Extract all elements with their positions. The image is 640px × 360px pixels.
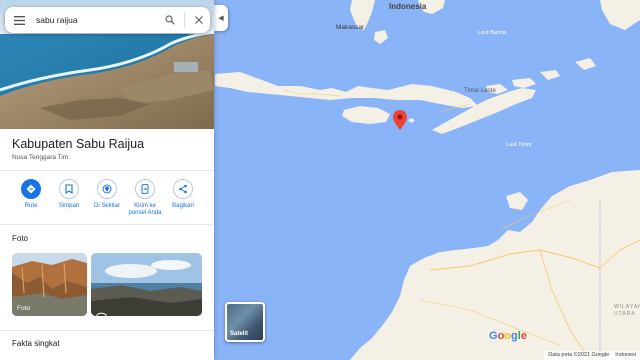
share-label: Bagikan xyxy=(172,203,194,209)
street-view-thumbnail[interactable] xyxy=(91,253,202,316)
coast-photo-image xyxy=(91,253,202,316)
photo-thumbnail[interactable]: Foto xyxy=(12,253,87,316)
search-box xyxy=(5,7,210,33)
label-laut-banda: Laut Banda xyxy=(478,30,507,36)
label-timor-leste: Timor-Leste xyxy=(464,88,496,94)
action-row: Rute Simpan Di Sekitar Kirim ke ponsel A… xyxy=(0,179,214,217)
share-button[interactable]: Bagikan xyxy=(164,179,202,217)
satellite-label: Satelit xyxy=(230,331,249,337)
label-wilayah-utara: WILAYAH UTARA xyxy=(614,304,640,317)
send-to-phone-icon xyxy=(135,179,155,199)
divider xyxy=(0,330,214,331)
map-data-attribution[interactable]: Data peta ©2021 Google xyxy=(548,352,609,359)
photos-heading: Foto xyxy=(12,234,29,243)
close-icon[interactable] xyxy=(188,7,210,33)
quick-facts-heading: Fakta singkat xyxy=(12,339,60,348)
map-country-link[interactable]: Indonesi xyxy=(615,352,636,359)
satellite-layer-toggle[interactable]: Satelit xyxy=(225,302,265,342)
label-indonesia: Indonesia xyxy=(389,2,427,11)
search-input[interactable] xyxy=(33,15,159,25)
google-logo: Google xyxy=(489,330,527,342)
share-icon xyxy=(173,179,193,199)
hamburger-menu-icon[interactable] xyxy=(5,7,33,33)
divider xyxy=(0,224,214,225)
place-title: Kabupaten Sabu Raijua xyxy=(12,137,145,151)
label-makassar: Makassar xyxy=(336,24,365,31)
collapse-panel-button[interactable]: ◀ xyxy=(214,5,228,31)
nearby-icon xyxy=(97,179,117,199)
map-footer: Data peta ©2021 Google Indonesi xyxy=(544,351,640,360)
chevron-left-icon: ◀ xyxy=(218,15,224,22)
divider xyxy=(0,170,214,171)
place-side-panel: Kabupaten Sabu Raijua Nusa Tenggara Tim.… xyxy=(0,0,214,360)
directions-icon xyxy=(21,179,41,199)
send-to-phone-button[interactable]: Kirim ke ponsel Anda xyxy=(126,179,164,217)
send-to-phone-label: Kirim ke ponsel Anda xyxy=(128,203,162,216)
bookmark-icon xyxy=(59,179,79,199)
save-button[interactable]: Simpan xyxy=(50,179,88,217)
search-divider xyxy=(184,12,185,28)
label-laut-timor: Laut Timor xyxy=(506,142,532,148)
nearby-label: Di Sekitar xyxy=(93,203,120,209)
directions-button[interactable]: Rute xyxy=(12,179,50,217)
place-subtitle: Nusa Tenggara Tim. xyxy=(12,154,71,161)
directions-label: Rute xyxy=(24,203,38,209)
photo-caption: Foto xyxy=(17,305,31,312)
nearby-button[interactable]: Di Sekitar xyxy=(88,179,126,217)
location-pin-icon[interactable] xyxy=(393,110,407,130)
magnifier-icon[interactable] xyxy=(159,7,181,33)
save-label: Simpan xyxy=(58,203,80,209)
